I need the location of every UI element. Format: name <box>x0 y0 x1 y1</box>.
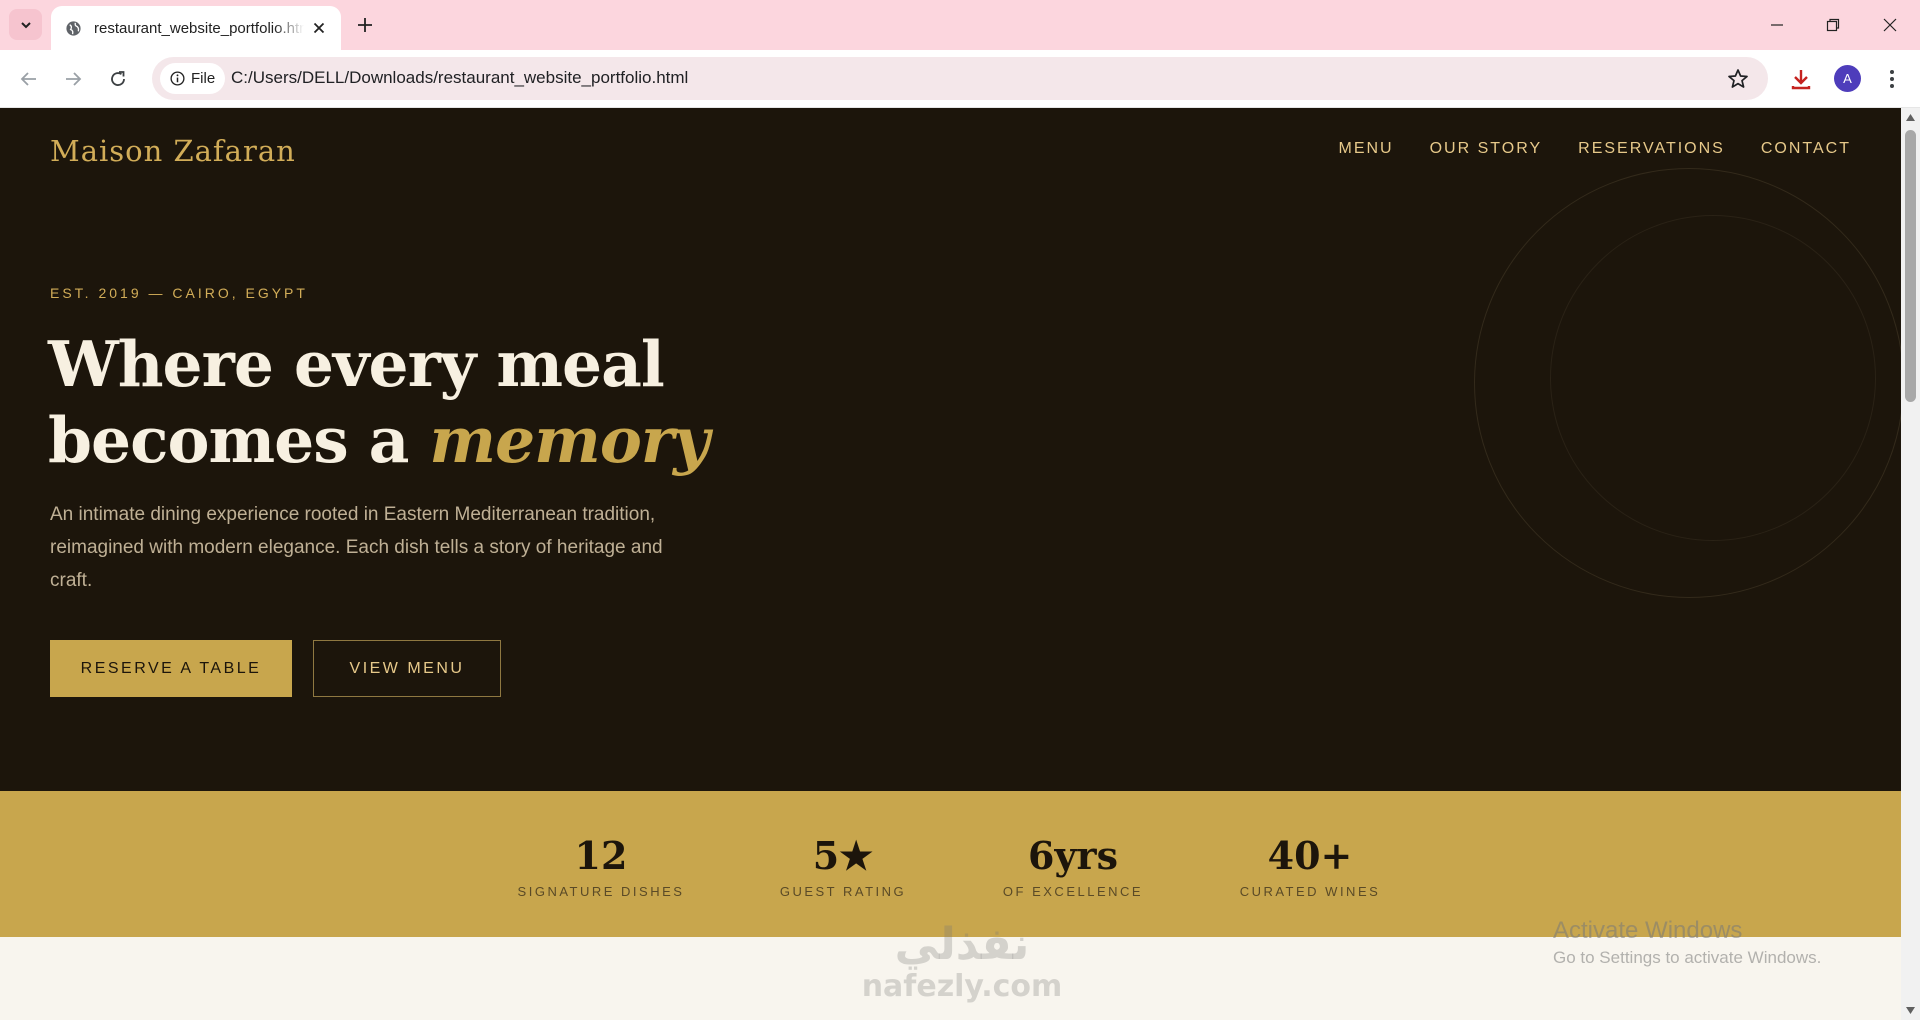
downloads-button[interactable] <box>1786 64 1816 94</box>
site-logo[interactable]: Maison Zafaran <box>50 134 296 168</box>
nav-reservations[interactable]: RESERVATIONS <box>1578 140 1725 158</box>
nafezly-watermark: نفذلي nafezly.com <box>852 920 1072 1004</box>
hero-section: Maison Zafaran MENU OUR STORY RESERVATIO… <box>0 108 1901 791</box>
headline-line-2-lead: becomes a <box>48 403 430 477</box>
download-icon <box>1791 70 1811 90</box>
chevron-down-icon <box>20 21 31 28</box>
site-info-chip[interactable]: File <box>160 63 226 94</box>
restore-icon <box>1826 18 1840 32</box>
url-text[interactable]: C:/Users/DELL/Downloads/restaurant_websi… <box>231 68 688 88</box>
stat-label: CURATED WINES <box>1239 884 1381 899</box>
activate-subtitle: Go to Settings to activate Windows. <box>1553 948 1822 967</box>
arrow-right-icon <box>66 72 82 86</box>
scrollbar-thumb[interactable] <box>1905 130 1916 402</box>
browser-toolbar: File C:/Users/DELL/Downloads/restaurant_… <box>0 50 1920 108</box>
stat-label: GUEST RATING <box>779 884 907 899</box>
hero-headline: Where every meal becomes a memory <box>48 326 710 478</box>
hero-eyebrow: EST. 2019 — CAIRO, EGYPT <box>50 285 308 301</box>
hero-description: An intimate dining experience rooted in … <box>50 504 663 591</box>
plus-icon <box>358 18 372 32</box>
stat-label: OF EXCELLENCE <box>1002 884 1144 899</box>
stat-label: SIGNATURE DISHES <box>517 884 685 899</box>
stat-item: 40+ CURATED WINES <box>1210 833 1410 899</box>
stat-item: 6yrs OF EXCELLENCE <box>973 833 1173 899</box>
nav-menu[interactable]: MENU <box>1339 140 1394 158</box>
close-window-button[interactable] <box>1870 10 1910 40</box>
reserve-table-button[interactable]: RESERVE A TABLE <box>50 640 292 697</box>
tab-title: restaurant_website_portfolio.html <box>94 19 304 37</box>
scroll-down-arrow[interactable] <box>1905 1005 1916 1016</box>
reload-icon <box>111 71 125 86</box>
headline-accent-word: memory <box>429 403 709 477</box>
stat-value: 6yrs <box>1028 833 1118 878</box>
stat-value: 40+ <box>1267 833 1353 878</box>
browser-tab-bar: restaurant_website_portfolio.html <box>0 0 1920 50</box>
page-viewport: Maison Zafaran MENU OUR STORY RESERVATIO… <box>0 108 1901 1020</box>
stat-value: 12 <box>574 833 628 878</box>
forward-button[interactable] <box>58 64 88 94</box>
bookmark-star-icon[interactable] <box>1726 67 1750 91</box>
new-tab-button[interactable] <box>352 12 378 38</box>
watermark-arabic: نفذلي <box>894 919 1030 970</box>
address-bar[interactable]: File C:/Users/DELL/Downloads/restaurant_… <box>152 57 1768 100</box>
restore-button[interactable] <box>1813 10 1853 40</box>
headline-line-1: Where every meal <box>48 327 665 401</box>
stat-value: 5★ <box>812 833 874 878</box>
arrow-left-icon <box>20 72 36 86</box>
stat-item: 5★ GUEST RATING <box>743 833 943 899</box>
close-icon <box>313 22 325 34</box>
triangle-up-icon <box>1906 114 1915 121</box>
globe-icon <box>66 20 81 36</box>
reload-button[interactable] <box>103 64 133 94</box>
view-menu-button[interactable]: VIEW MENU <box>313 640 501 697</box>
tab-close-button[interactable] <box>309 18 329 38</box>
browser-tab-active[interactable]: restaurant_website_portfolio.html <box>51 6 341 50</box>
watermark-domain: nafezly.com <box>861 969 1063 1004</box>
main-nav: MENU OUR STORY RESERVATIONS CONTACT <box>1339 140 1852 158</box>
info-icon <box>170 71 185 86</box>
nav-contact[interactable]: CONTACT <box>1761 140 1851 158</box>
decorative-ring-inner <box>1550 215 1876 541</box>
tab-search-button[interactable] <box>9 9 42 40</box>
site-info-label: File <box>191 70 216 87</box>
browser-menu-button[interactable] <box>1877 64 1907 94</box>
stat-item: 12 SIGNATURE DISHES <box>501 833 701 899</box>
nav-our-story[interactable]: OUR STORY <box>1430 140 1543 158</box>
triangle-down-icon <box>1906 1007 1915 1014</box>
scroll-up-arrow[interactable] <box>1905 112 1916 123</box>
activate-windows-notice: Activate Windows Go to Settings to activ… <box>1553 916 1821 970</box>
profile-avatar[interactable]: A <box>1834 65 1861 92</box>
close-icon <box>1883 18 1897 32</box>
minimize-icon <box>1771 24 1783 26</box>
more-vertical-icon <box>1890 70 1894 88</box>
back-button[interactable] <box>14 64 44 94</box>
activate-title: Activate Windows <box>1553 917 1743 944</box>
page-scrollbar[interactable] <box>1901 108 1920 1020</box>
minimize-button[interactable] <box>1757 10 1797 40</box>
